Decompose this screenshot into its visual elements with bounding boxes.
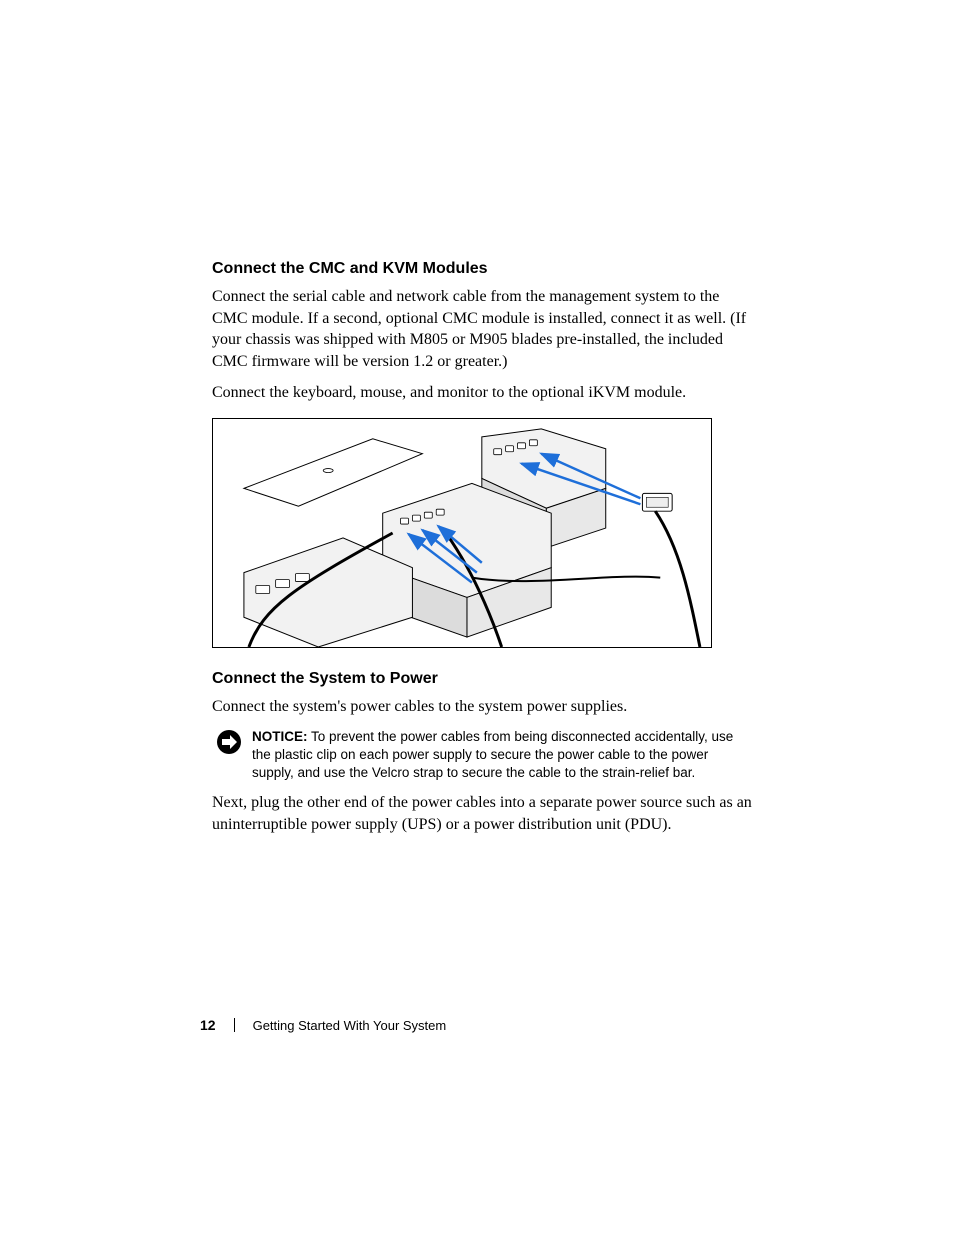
notice-text: NOTICE: To prevent the power cables from… xyxy=(252,728,752,783)
notice-label: NOTICE: xyxy=(252,729,308,744)
heading-connect-power: Connect the System to Power xyxy=(212,670,752,688)
paragraph-power-2: Next, plug the other end of the power ca… xyxy=(212,792,752,835)
notice-body: To prevent the power cables from being d… xyxy=(252,729,733,780)
page-number: 12 xyxy=(200,1017,216,1033)
page-footer: 12 Getting Started With Your System xyxy=(200,1017,446,1033)
paragraph-power-1: Connect the system's power cables to the… xyxy=(212,696,752,718)
paragraph-cmc-1: Connect the serial cable and network cab… xyxy=(212,286,752,372)
notice-arrow-icon xyxy=(216,729,242,755)
notice-block: NOTICE: To prevent the power cables from… xyxy=(212,728,752,783)
page-content: Connect the CMC and KVM Modules Connect … xyxy=(212,260,752,845)
hardware-diagram-svg xyxy=(213,419,711,647)
paragraph-cmc-2: Connect the keyboard, mouse, and monitor… xyxy=(212,382,752,404)
heading-connect-cmc-kvm: Connect the CMC and KVM Modules xyxy=(212,260,752,278)
figure-cmc-kvm-diagram xyxy=(212,418,712,648)
footer-title: Getting Started With Your System xyxy=(253,1018,447,1033)
footer-divider xyxy=(234,1018,235,1032)
